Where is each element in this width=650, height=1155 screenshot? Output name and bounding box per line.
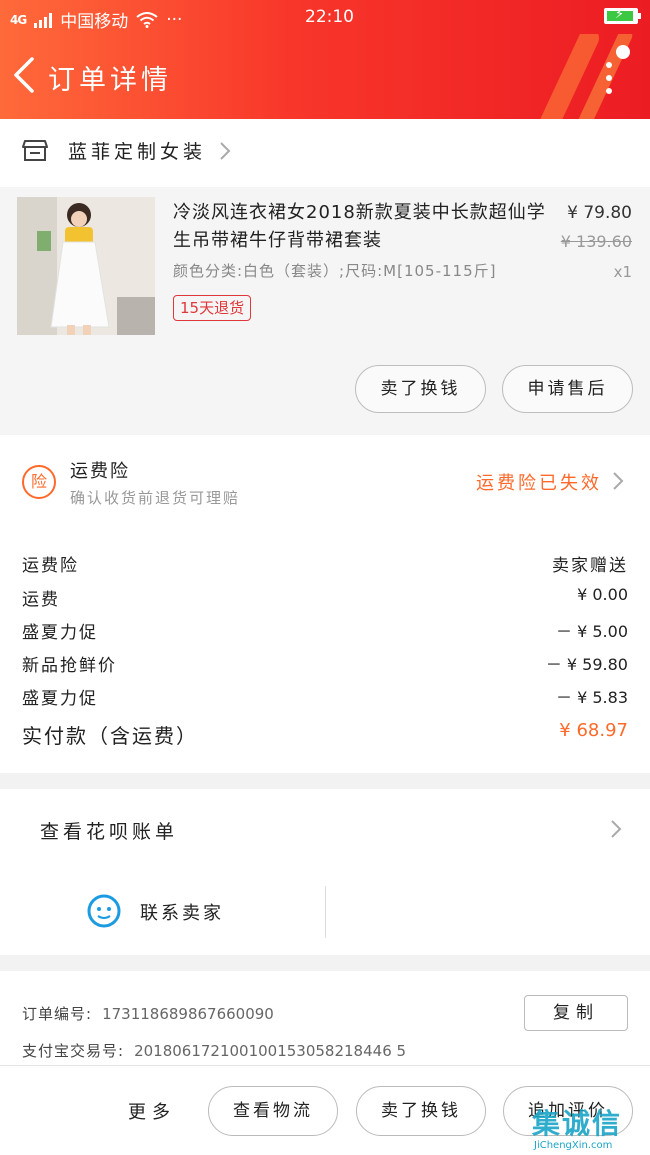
- store-row[interactable]: 蓝菲定制女装: [0, 119, 650, 187]
- order-info: 订单编号: 173118689867660090 支付宝交易号: 201806172…: [0, 971, 650, 1065]
- chevron-right-icon[interactable]: [612, 471, 624, 491]
- after-sale-button[interactable]: 申请售后: [502, 365, 633, 413]
- fee-label: 盛夏力促: [22, 689, 98, 709]
- divider: [325, 886, 326, 938]
- product-image[interactable]: [17, 197, 155, 335]
- fee-row: 新品抢鲜价 － ¥ 59.80: [22, 651, 628, 679]
- page-title: 订单详情: [48, 65, 172, 96]
- clock: 22:10: [305, 7, 354, 27]
- product-card[interactable]: 冷淡风连衣裙女2018新款夏装中长款超仙学生吊带裙牛仔背带裙套装 颜色分类:白色…: [0, 187, 650, 435]
- fee-value: － ¥ 5.00: [556, 622, 628, 641]
- signal-icon: [34, 12, 53, 28]
- chat-face-icon[interactable]: [86, 893, 122, 929]
- alipay-number-label: 支付宝交易号:: [22, 1042, 125, 1060]
- return-policy-badge: 15天退货: [173, 295, 252, 321]
- fee-value: － ¥ 5.83: [556, 688, 628, 707]
- battery-icon: ⚡: [604, 7, 641, 24]
- fee-label: 运费: [22, 590, 60, 610]
- insurance-status[interactable]: 运费险已失效: [476, 469, 602, 495]
- view-logistics-button[interactable]: 查看物流: [208, 1086, 338, 1136]
- store-name[interactable]: 蓝菲定制女装: [68, 137, 206, 164]
- watermark-logo: 集诚信: [532, 1107, 623, 1140]
- huabei-section: 查看花呗账单 联系卖家: [0, 789, 650, 955]
- fee-row: 运费险 卖家赠送: [22, 551, 628, 579]
- fee-label: 盛夏力促: [22, 623, 98, 643]
- product-quantity: x1: [613, 263, 632, 281]
- more-menu-icon[interactable]: [606, 62, 614, 96]
- status-extra: ···: [166, 9, 183, 30]
- order-number: 173118689867660090: [102, 1005, 274, 1023]
- fees-section: 险 运费险 确认收货前退货可理赔 运费险已失效 运费险 卖家赠送 运费 ¥ 0.…: [0, 435, 650, 773]
- product-original-price: ¥ 139.60: [560, 232, 632, 251]
- more-button[interactable]: 更多: [128, 1098, 176, 1124]
- alipay-number: 201806172100100153058218446 5: [134, 1042, 407, 1060]
- huabei-bill-link[interactable]: 查看花呗账单: [40, 817, 178, 844]
- message-dot-icon[interactable]: [616, 45, 630, 59]
- chevron-right-icon[interactable]: [610, 819, 622, 839]
- fee-row: 运费 ¥ 0.00: [22, 585, 628, 613]
- store-icon: [22, 140, 48, 161]
- order-number-row: 订单编号: 173118689867660090: [22, 1003, 274, 1024]
- watermark-url: JiChengXin.com: [534, 1140, 613, 1151]
- fee-value: ¥ 0.00: [577, 585, 628, 604]
- header: 4G 中国移动 ··· 22:10 ⚡ 订单详情: [0, 0, 650, 119]
- copy-button[interactable]: 复制: [524, 995, 628, 1031]
- order-number-label: 订单编号:: [22, 1005, 93, 1023]
- network-type: 4G: [10, 12, 27, 27]
- product-title[interactable]: 冷淡风连衣裙女2018新款夏装中长款超仙学生吊带裙牛仔背带裙套装: [173, 199, 553, 255]
- fee-value: － ¥ 59.80: [545, 655, 628, 674]
- insurance-title: 运费险: [70, 461, 130, 482]
- total-value: ¥ 68.97: [559, 720, 628, 741]
- wifi-icon: [136, 11, 158, 28]
- fee-label: 运费险: [22, 556, 79, 576]
- back-arrow-icon[interactable]: [10, 55, 38, 95]
- total-label: 实付款（含运费）: [22, 724, 198, 748]
- fee-row: 盛夏力促 － ¥ 5.00: [22, 618, 628, 646]
- insurance-icon: 险: [22, 465, 56, 499]
- insurance-subtitle: 确认收货前退货可理赔: [70, 489, 241, 507]
- alipay-number-row: 支付宝交易号: 201806172100100153058218446 5: [22, 1040, 406, 1061]
- chevron-right-icon: [220, 142, 231, 160]
- contact-seller-button[interactable]: 联系卖家: [140, 899, 224, 925]
- total-row: 实付款（含运费） ¥ 68.97: [22, 720, 628, 748]
- watermark: 集诚信 JiChengXin.com: [530, 1100, 650, 1155]
- sell-for-cash-button[interactable]: 卖了换钱: [356, 1086, 486, 1136]
- fee-label: 新品抢鲜价: [22, 656, 117, 676]
- fee-value: 卖家赠送: [552, 556, 628, 576]
- carrier-name: 中国移动: [60, 12, 129, 32]
- fee-row: 盛夏力促 － ¥ 5.83: [22, 684, 628, 712]
- sell-for-cash-button[interactable]: 卖了换钱: [355, 365, 486, 413]
- status-bar: 4G 中国移动 ··· 22:10 ⚡: [0, 0, 650, 34]
- product-price: ¥ 79.80: [567, 203, 632, 223]
- product-spec: 颜色分类:白色（套装）;尺码:M[105-115斤]: [173, 262, 497, 280]
